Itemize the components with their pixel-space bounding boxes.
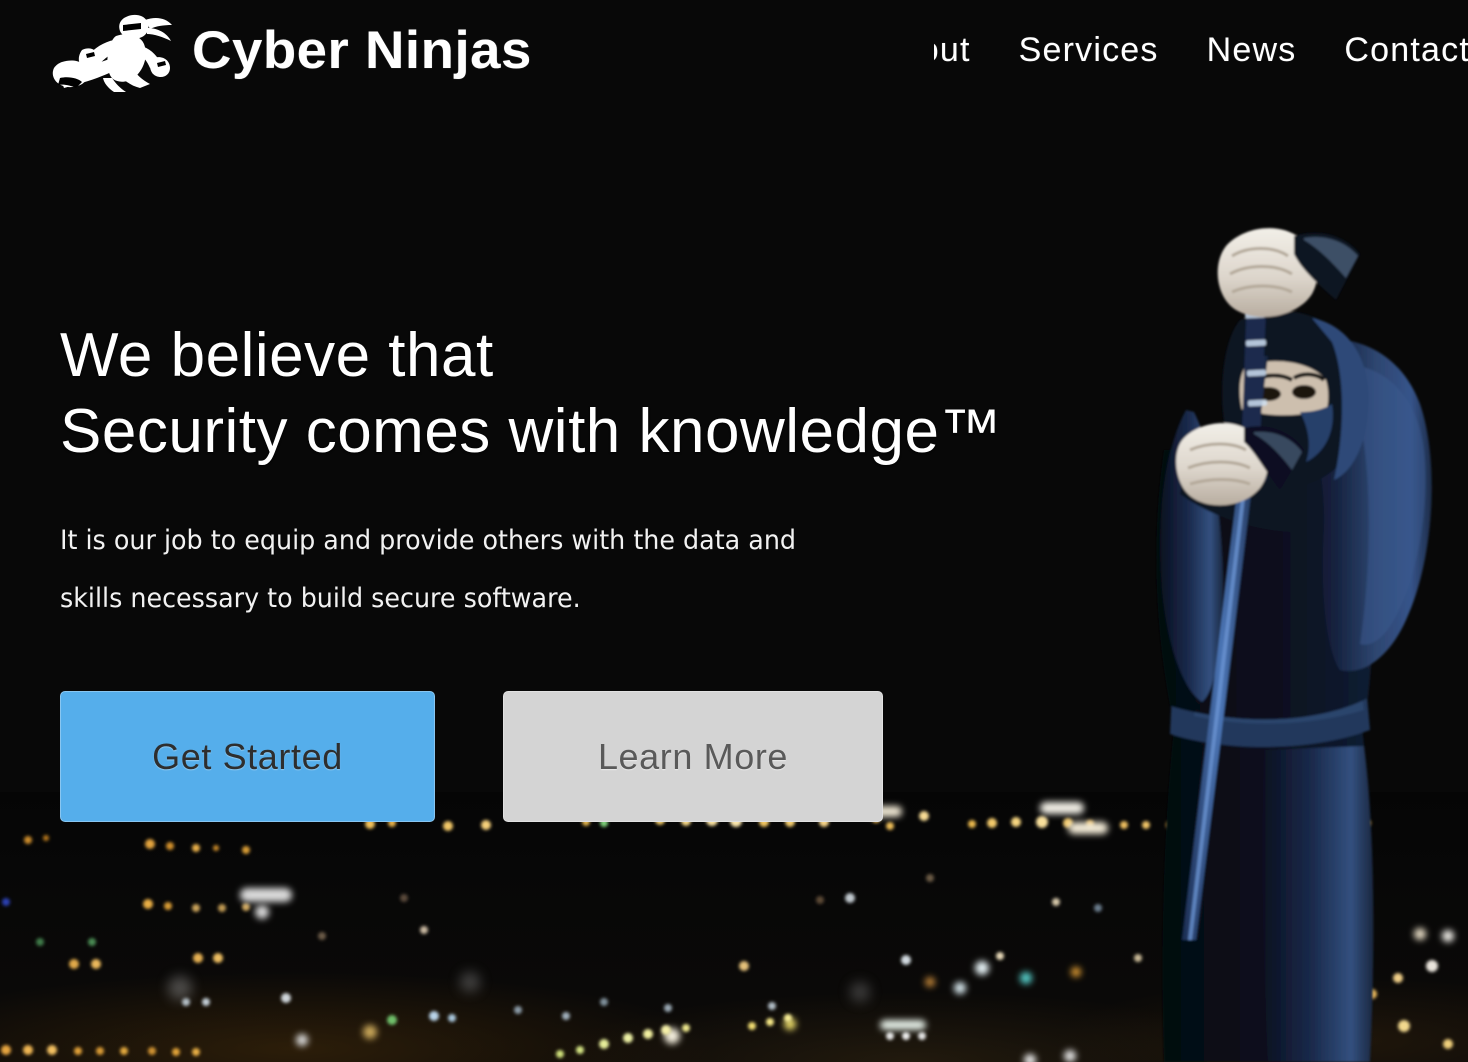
- hero-subtitle: It is our job to equip and provide other…: [60, 525, 797, 614]
- get-started-button[interactable]: Get Started: [60, 691, 435, 822]
- main-navigation: About Services News Contact: [934, 0, 1468, 100]
- nav-item-about[interactable]: About: [934, 33, 995, 67]
- nav-item-news[interactable]: News: [1183, 33, 1321, 67]
- site-header: Cyber Ninjas About Services News Contact: [0, 0, 1468, 100]
- nav-clip-region: About Services News Contact: [934, 0, 1468, 100]
- city-skyline-bokeh-background: [0, 792, 1468, 1062]
- city-lights-svg: [1, 802, 1454, 1062]
- hero-headline: We believe that Security comes with know…: [60, 321, 1002, 466]
- hero-cta-row: Get Started Learn More: [60, 691, 883, 822]
- ninja-flying-kick-icon: [52, 14, 172, 92]
- page-root: Cyber Ninjas About Services News Contact…: [0, 0, 1468, 1062]
- nav-item-services[interactable]: Services: [995, 33, 1183, 67]
- nav-item-contact[interactable]: Contact: [1320, 33, 1468, 67]
- hero-copy: We believe that Security comes with know…: [60, 318, 1002, 628]
- brand-logo[interactable]: Cyber Ninjas: [46, 8, 531, 92]
- brand-name: Cyber Ninjas: [192, 20, 532, 80]
- learn-more-button[interactable]: Learn More: [503, 691, 883, 822]
